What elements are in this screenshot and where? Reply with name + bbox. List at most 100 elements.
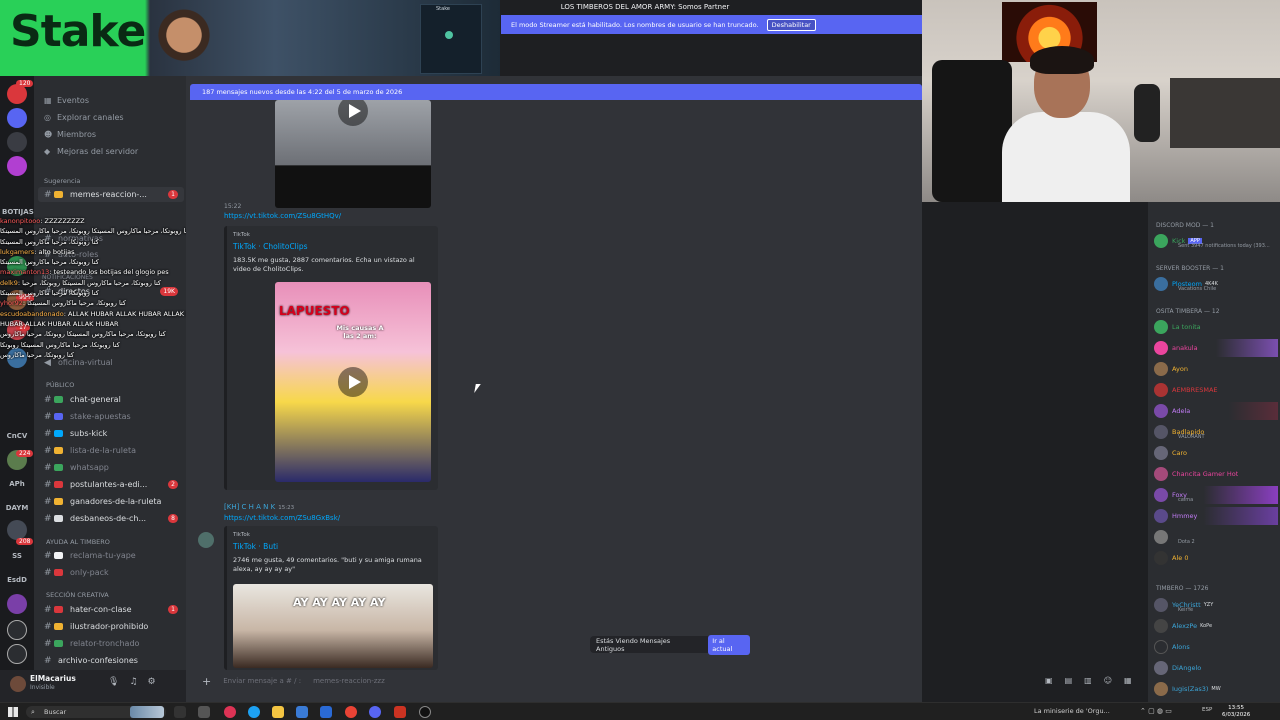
avatar[interactable] — [198, 532, 214, 548]
category-ayuda[interactable]: AYUDA AL TIMBERO — [46, 538, 110, 546]
server-label: EsdD — [7, 576, 27, 584]
message-composer[interactable]: + Enviar mensaje a # / : memes-reaccion-… — [196, 672, 1140, 690]
message-author[interactable]: [KH] C H A N K 15:23 — [224, 503, 294, 511]
member-item[interactable]: AEMBRESMAE — [1154, 381, 1278, 399]
microphone-icon[interactable]: 🎙 — [108, 677, 119, 687]
browse-channels-link[interactable]: ◎ Explorar canales — [44, 113, 124, 122]
server-boosts-link[interactable]: ◆ Mejoras del servidor — [44, 147, 138, 156]
channel-hater-con-clase[interactable]: # hater-con-clase 1 — [38, 602, 184, 617]
file-explorer-icon[interactable] — [272, 706, 284, 718]
member-item[interactable]: YeChristt YZY KeirYe — [1154, 596, 1278, 614]
member-item[interactable]: Ayon — [1154, 360, 1278, 378]
channel-memes-reaccion[interactable]: # memes-reaccion-... 1 — [38, 187, 184, 202]
sticker-icon[interactable]: ▥ — [1084, 676, 1092, 685]
server-icon[interactable] — [7, 594, 27, 614]
app-icon[interactable] — [320, 706, 332, 718]
news-ticker[interactable]: La miniserie de 'Orgu... — [1034, 707, 1110, 715]
member-item[interactable]: Chancita Gamer Hot — [1154, 465, 1278, 483]
video-thumbnail[interactable]: AY AY AY AY AY — [233, 584, 433, 668]
gif-icon[interactable]: ▤ — [1065, 676, 1073, 685]
channel-archivo-confesiones[interactable]: # archivo-confesiones — [38, 653, 184, 668]
member-item[interactable]: Dota 2 — [1154, 528, 1278, 546]
server-icon[interactable] — [7, 520, 27, 540]
member-item[interactable]: DiAngelo — [1154, 659, 1278, 677]
tray-icons[interactable]: ⌃ ▢ ◍ ▭ — [1140, 707, 1172, 715]
task-view-icon[interactable] — [174, 706, 186, 718]
member-item[interactable]: Kick APP Sent 3947 notifications today (39… — [1154, 232, 1278, 250]
channel-only-pack[interactable]: # only-pack — [38, 565, 184, 580]
gear-icon[interactable]: ⚙ — [148, 677, 156, 687]
channel-ilustrador-prohibido[interactable]: # ilustrador-prohibido — [38, 619, 184, 634]
channel-whatsapp[interactable]: # whatsapp — [38, 460, 184, 475]
channel-stake-apuestas[interactable]: # stake-apuestas — [38, 409, 184, 424]
video-thumbnail[interactable] — [275, 100, 431, 208]
server-icon[interactable] — [7, 108, 27, 128]
opera-icon[interactable] — [224, 706, 236, 718]
play-icon[interactable] — [338, 367, 368, 397]
member-item[interactable]: Badlapido VALORANT — [1154, 423, 1278, 441]
channel-lista-de-la-ruleta[interactable]: # lista-de-la-ruleta — [38, 443, 184, 458]
member-item[interactable]: Alons — [1154, 638, 1278, 656]
play-icon[interactable] — [338, 100, 368, 126]
message-link[interactable]: https://vt.tiktok.com/ZSu8GtHQv/ — [224, 212, 341, 220]
embed-title[interactable]: TikTok · Buti — [233, 542, 278, 551]
channel-ganadores[interactable]: # ganadores-de-la-ruleta — [38, 494, 184, 509]
unread-badge: 208 — [16, 538, 34, 545]
new-messages-bar[interactable]: 187 mensajes nuevos desde las 4:22 del 5… — [190, 84, 922, 100]
member-item[interactable]: Adela — [1154, 402, 1278, 420]
server-icon[interactable] — [7, 84, 27, 104]
members-link[interactable]: ☻ Miembros — [44, 130, 96, 139]
edge-icon[interactable] — [248, 706, 260, 718]
discover-icon[interactable] — [7, 644, 27, 664]
username[interactable]: ElMacarius — [30, 674, 76, 683]
obs-icon[interactable] — [419, 706, 431, 718]
windows-start-icon[interactable] — [8, 707, 18, 717]
channel-relator-tronchado[interactable]: # relator-tronchado — [38, 636, 184, 651]
server-title: LOS TIMBEROS DEL AMOR ARMY: Somos Partne… — [560, 3, 730, 11]
chrome-icon[interactable] — [345, 706, 357, 718]
member-item[interactable]: La tonita — [1154, 318, 1278, 336]
server-icon[interactable] — [7, 156, 27, 176]
disable-streamer-button[interactable]: Deshabilitar — [766, 18, 816, 31]
apps-icon[interactable]: ▦ — [1124, 676, 1132, 685]
member-item[interactable]: anakula — [1154, 339, 1278, 357]
clock[interactable]: 13:55 6/03/2026 — [1222, 705, 1250, 719]
avatar[interactable] — [10, 676, 26, 692]
headphones-icon[interactable]: ♫ — [129, 677, 137, 687]
jump-to-present-button[interactable]: Ir al actual — [708, 634, 750, 655]
events-link[interactable]: ▦ Eventos — [44, 96, 89, 105]
recording-app-icon[interactable] — [394, 706, 406, 718]
add-server-icon[interactable] — [7, 620, 27, 640]
member-item[interactable]: Caro — [1154, 444, 1278, 462]
member-item[interactable]: Ale 0 — [1154, 549, 1278, 567]
member-category: OSITA TIMBERA — 12 — [1156, 308, 1220, 315]
member-item[interactable]: Plosteom 4K4K Vacations Chile — [1154, 275, 1278, 293]
category-creativa[interactable]: SECCIÓN CREATIVA — [46, 591, 109, 599]
member-name: AlexzPe — [1172, 622, 1198, 630]
discord-icon[interactable] — [369, 706, 381, 718]
channel-postulantes[interactable]: # postulantes-a-edi... 2 — [38, 477, 184, 492]
language-indicator[interactable]: ESP — [1202, 707, 1212, 713]
member-item[interactable]: Iugis(Zas3) MW — [1154, 680, 1278, 698]
member-avatar — [1154, 530, 1168, 544]
category-publico[interactable]: PÚBLICO — [46, 381, 74, 389]
channel-reclama-tu-yape[interactable]: # reclama-tu-yape — [38, 548, 184, 563]
member-item[interactable]: Foxy calma — [1154, 486, 1278, 504]
emoji-icon[interactable]: ☺ — [1104, 676, 1112, 685]
emoji-icon — [54, 552, 63, 559]
server-icon[interactable] — [7, 132, 27, 152]
store-icon[interactable] — [296, 706, 308, 718]
gift-icon[interactable]: ▣ — [1045, 676, 1053, 685]
widgets-icon[interactable] — [198, 706, 210, 718]
channel-subs-kick[interactable]: # subs-kick — [38, 426, 184, 441]
member-avatar — [1154, 341, 1168, 355]
member-item[interactable]: Hmmey — [1154, 507, 1278, 525]
streamer-shirt — [1002, 112, 1130, 202]
member-item[interactable]: AlexzPe KoPe — [1154, 617, 1278, 635]
channel-chat-general[interactable]: # chat-general — [38, 392, 184, 407]
embed-title[interactable]: TikTok · CholitoClips — [233, 242, 308, 251]
add-attachment-icon[interactable]: + — [202, 675, 211, 688]
video-thumbnail[interactable]: LAPUESTO Mis causas A las 2 am: — [275, 282, 431, 482]
message-link[interactable]: https://vt.tiktok.com/ZSu8GxBsk/ — [224, 514, 340, 522]
channel-desbaneos[interactable]: # desbaneos-de-ch... 8 — [38, 511, 184, 526]
